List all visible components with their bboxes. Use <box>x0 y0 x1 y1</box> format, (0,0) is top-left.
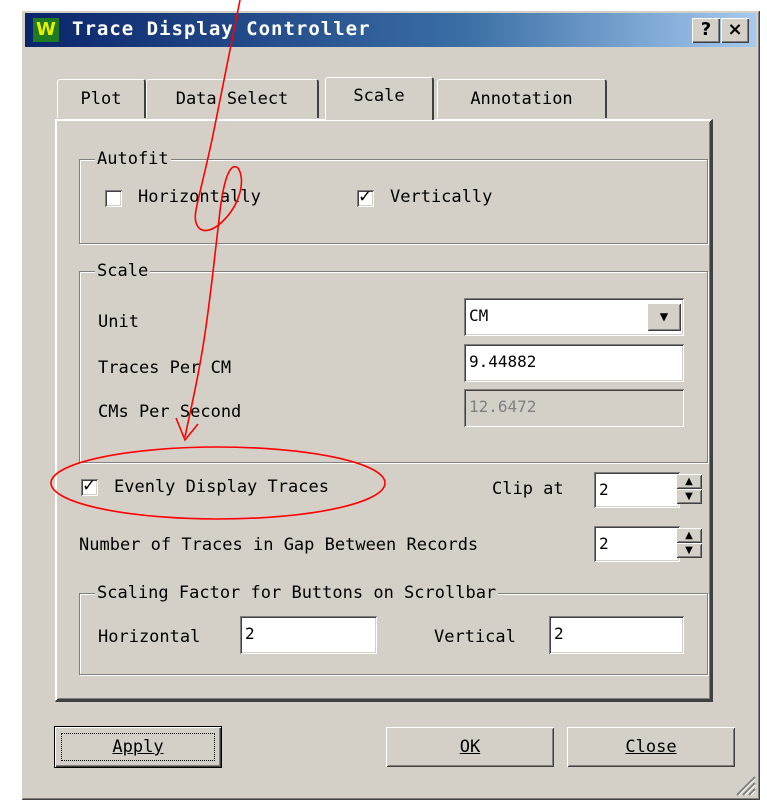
annotation-ellipse <box>50 446 386 520</box>
red-annotation-overlay <box>50 0 386 520</box>
tab-scale[interactable]: Scale <box>325 77 434 120</box>
annotation-line <box>184 0 243 438</box>
